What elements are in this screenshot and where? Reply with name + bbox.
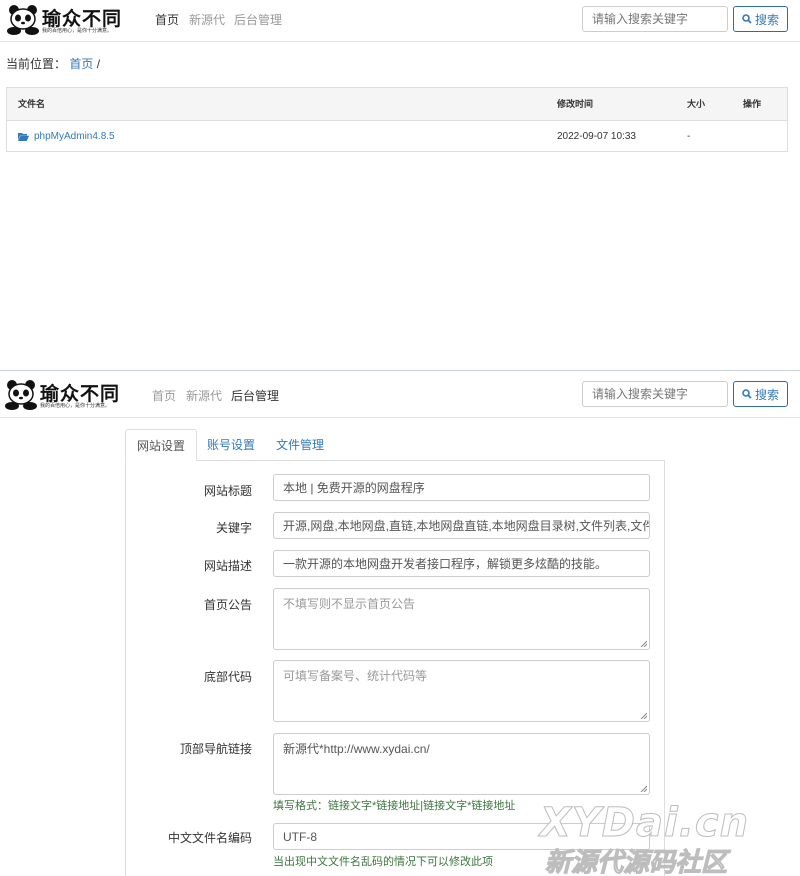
search-button[interactable]: 搜索 (733, 6, 788, 32)
search-input[interactable] (582, 381, 728, 407)
search-button-label: 搜索 (754, 387, 779, 402)
notice-textarea[interactable]: 不填写则不显示首页公告 (273, 588, 650, 650)
search-button[interactable]: 搜索 (733, 381, 788, 407)
description-label: 网站描述 (203, 559, 252, 573)
nav-home[interactable]: 首页 (152, 387, 176, 404)
search-button-label: 搜索 (754, 12, 779, 27)
file-modified-time: 2022-09-07 10:33 (557, 131, 636, 142)
breadcrumb-home[interactable]: 首页 (69, 57, 93, 71)
site-title-input[interactable]: 本地 | 免费开源的网盘程序 (273, 474, 650, 501)
search-input[interactable] (582, 6, 728, 32)
nav-xinyuandai[interactable]: 新源代 (189, 11, 225, 28)
file-name: phpMyAdmin4.8.5 (34, 131, 115, 142)
header-size: 大小 (687, 99, 706, 109)
site-title-label: 网站标题 (203, 484, 252, 498)
description-input[interactable]: 一款开源的本地网盘开发者接口程序，解锁更多炫酷的技能。 (273, 550, 650, 577)
search-icon (742, 389, 752, 399)
site-logo[interactable]: 瑜众不同 我的百倍用心，是你十分满意。 (4, 379, 134, 413)
file-browser-screen: 瑜众不同 我的百倍用心，是你十分满意。 首页 新源代 后台管理 搜索 当前位置：… (0, 0, 800, 370)
tab-account-settings[interactable]: 账号设置 (207, 429, 255, 461)
header-filename: 文件名 (18, 99, 46, 109)
top-nav-links-textarea[interactable]: 新源代*http://www.xydai.cn/ (273, 733, 650, 795)
footer-code-placeholder: 可填写备案号、统计代码等 (283, 669, 428, 683)
nav-xinyuandai[interactable]: 新源代 (186, 387, 222, 404)
notice-placeholder: 不填写则不显示首页公告 (283, 597, 416, 611)
panda-logo-icon (5, 380, 37, 410)
breadcrumb-separator: / (96, 57, 101, 71)
header-modified-time: 修改时间 (557, 99, 594, 109)
logo-slogan: 我的百倍用心，是你十分满意。 (42, 28, 113, 34)
tab-file-management[interactable]: 文件管理 (276, 429, 324, 461)
tab-site-settings[interactable]: 网站设置 (125, 429, 198, 461)
nav-admin[interactable]: 后台管理 (234, 11, 282, 28)
nav-home[interactable]: 首页 (155, 11, 179, 28)
settings-tabs: 网站设置 账号设置 文件管理 (125, 429, 665, 461)
keywords-label: 关键字 (215, 521, 252, 535)
table-row[interactable]: phpMyAdmin4.8.5 2022-09-07 10:33 - (7, 120, 787, 151)
header-actions: 操作 (743, 99, 762, 109)
panda-logo-icon (7, 5, 39, 35)
folder-open-icon (18, 133, 29, 141)
resize-handle-icon[interactable] (640, 640, 647, 647)
breadcrumb: 当前位置： 首页 / (6, 55, 100, 72)
resize-handle-icon[interactable] (640, 712, 647, 719)
top-navbar: 瑜众不同 我的百倍用心，是你十分满意。 首页 新源代 后台管理 搜索 (0, 371, 800, 418)
notice-label: 首页公告 (203, 598, 252, 612)
search-icon (742, 14, 752, 24)
footer-code-label: 底部代码 (203, 670, 252, 684)
file-name-cell: phpMyAdmin4.8.5 (18, 121, 115, 154)
file-table: 文件名 修改时间 大小 操作 phpMyAdmin4.8.5 2022-09-0… (6, 87, 788, 152)
watermark-main: XYDai.cn (539, 800, 750, 847)
folder-link[interactable]: phpMyAdmin4.8.5 (18, 121, 115, 152)
breadcrumb-prefix: 当前位置： (6, 57, 67, 71)
cn-encoding-help: 当出现中文文件名乱码的情况下可以修改此项 (273, 856, 493, 868)
watermark-sub: 新源代源码社区 (544, 848, 728, 876)
top-nav-links-label: 顶部导航链接 (179, 742, 252, 756)
keywords-input[interactable]: 开源,网盘,本地网盘,直链,本地网盘直链,本地网盘目录树,文件列表,文件搜 (273, 512, 650, 539)
file-size: - (687, 131, 691, 142)
resize-handle-icon[interactable] (640, 785, 647, 792)
top-nav-links-value: 新源代*http://www.xydai.cn/ (283, 742, 430, 756)
top-navbar: 瑜众不同 我的百倍用心，是你十分满意。 首页 新源代 后台管理 搜索 (0, 0, 800, 42)
site-logo[interactable]: 瑜众不同 我的百倍用心，是你十分满意。 (6, 4, 136, 38)
cn-encoding-label: 中文文件名编码 (167, 831, 252, 845)
footer-code-textarea[interactable]: 可填写备案号、统计代码等 (273, 660, 650, 722)
top-nav-links-help: 填写格式：链接文字*链接地址|链接文字*链接地址 (273, 800, 516, 812)
nav-admin[interactable]: 后台管理 (231, 387, 279, 404)
table-header-row: 文件名 修改时间 大小 操作 (7, 88, 787, 120)
logo-slogan: 我的百倍用心，是你十分满意。 (40, 403, 111, 409)
